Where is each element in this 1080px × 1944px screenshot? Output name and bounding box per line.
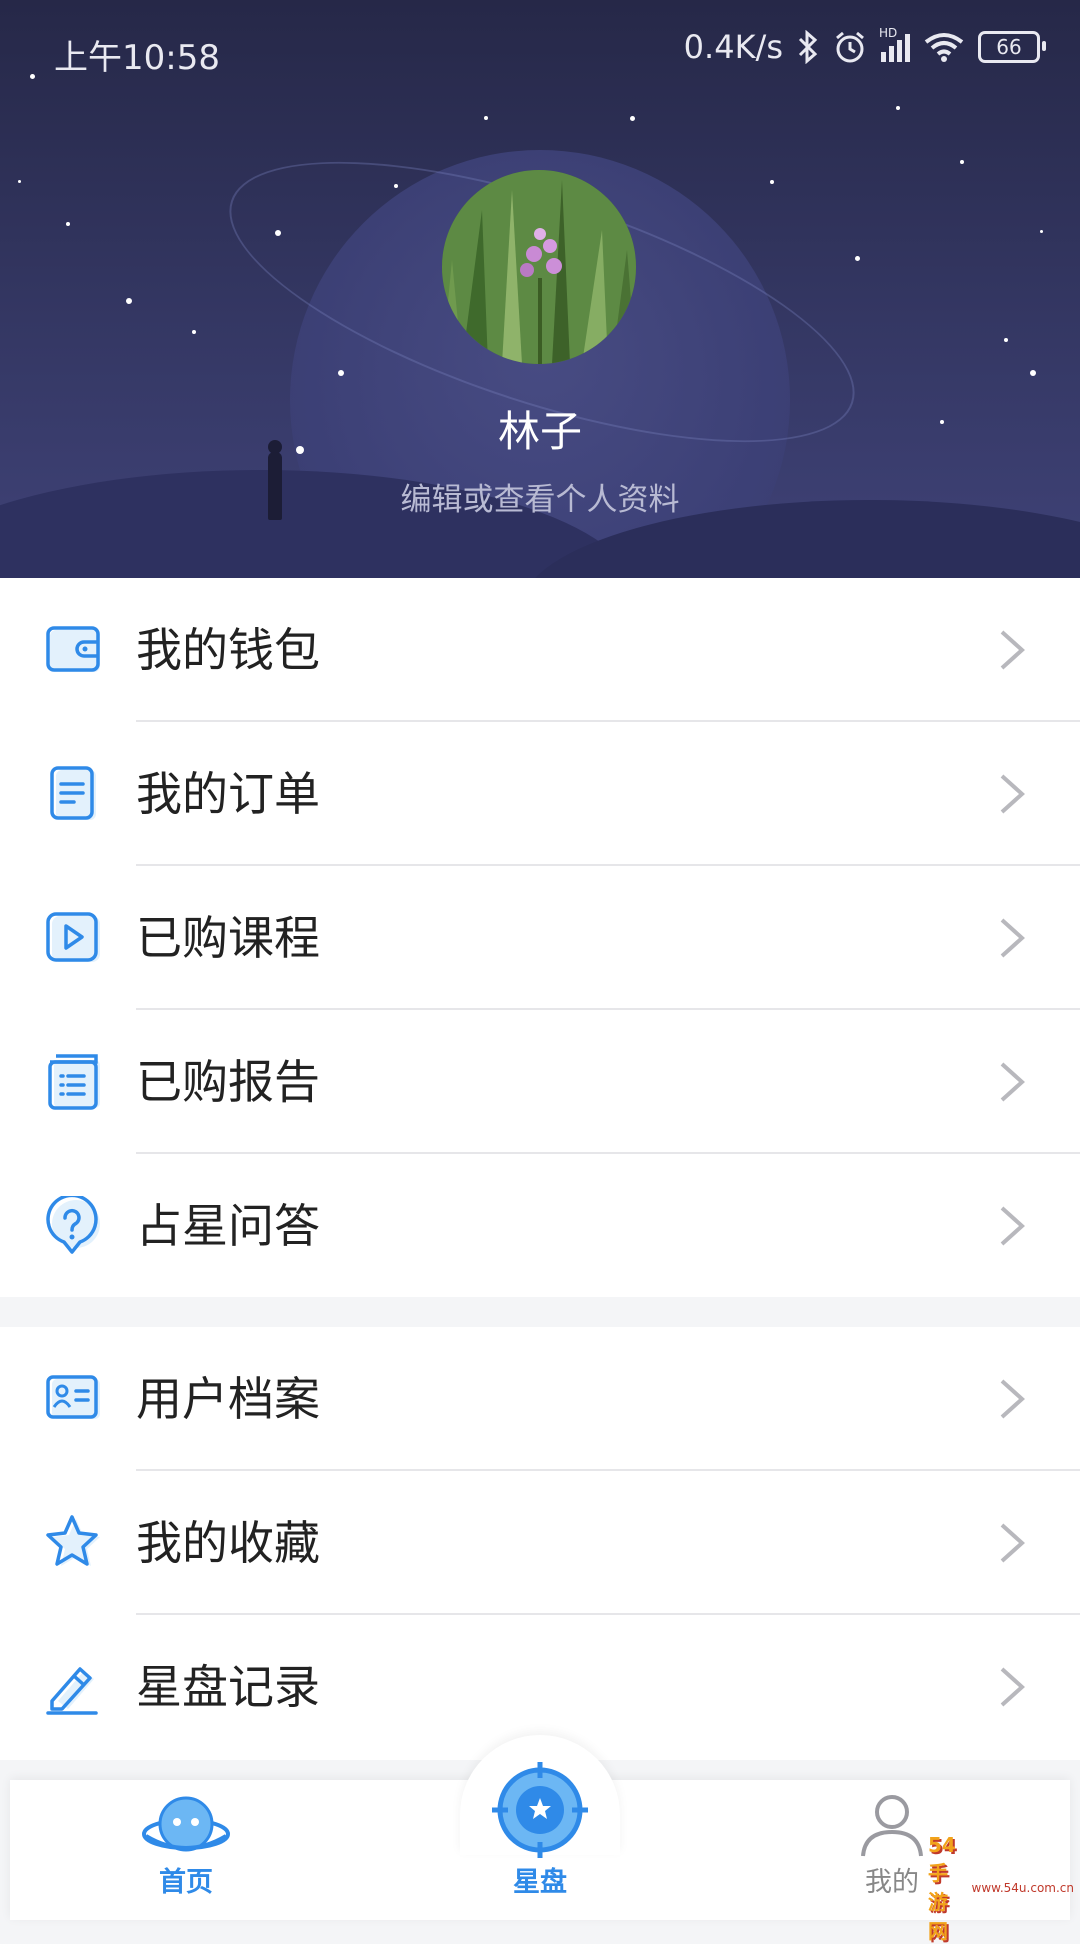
- chevron-right-icon: [1000, 1523, 1025, 1563]
- star-dot: [1040, 230, 1043, 233]
- avatar-photo: [442, 170, 636, 364]
- menu-item-astro-qa[interactable]: 占星问答: [0, 1154, 1080, 1298]
- chevron-right-icon: [1000, 1062, 1025, 1102]
- menu-item-label: 已购报告: [136, 1055, 320, 1109]
- menu-item-label: 我的订单: [136, 767, 320, 821]
- menu-item-label: 用户档案: [136, 1372, 320, 1426]
- star-dot: [960, 160, 964, 164]
- watermark-text: 54 手游网: [928, 1832, 956, 1943]
- star-dot: [630, 116, 635, 121]
- profile-name[interactable]: 林子: [0, 398, 1080, 459]
- menu-item-label: 已购课程: [136, 911, 320, 965]
- menu-item-orders[interactable]: 我的订单: [0, 722, 1080, 866]
- planet-face-icon: [142, 1796, 230, 1852]
- wallet-icon: [46, 626, 100, 672]
- chevron-right-icon: [1000, 1206, 1025, 1246]
- star-dot: [855, 256, 860, 261]
- star-dot: [484, 116, 488, 120]
- menu-item-label: 星盘记录: [136, 1660, 320, 1714]
- menu-group-primary: 我的钱包 我的订单 已购课程 已购报告 占星问答: [0, 578, 1080, 1297]
- tab-label: 星盘: [513, 1867, 567, 1898]
- star-dot: [896, 106, 900, 110]
- star-dot: [338, 370, 344, 376]
- tab-home[interactable]: 首页: [136, 1790, 236, 1899]
- menu-item-wallet[interactable]: 我的钱包: [0, 578, 1080, 722]
- pencil-icon: [46, 1667, 98, 1715]
- edit-profile-link[interactable]: 编辑或查看个人资料: [0, 474, 1080, 519]
- avatar[interactable]: [442, 170, 636, 364]
- star-dot: [770, 180, 774, 184]
- menu-item-label: 我的收藏: [136, 1516, 320, 1570]
- tab-astro-chart[interactable]: 星盘: [490, 1760, 590, 1899]
- menu-item-label: 占星问答: [136, 1199, 320, 1253]
- profile-header: 上午10:58 0.4K/s HD 66 林子 编辑或查看个人资料: [0, 0, 1080, 578]
- alarm-icon: [836, 31, 864, 63]
- status-indicators: 0.4K/s HD 66: [683, 26, 1046, 66]
- chevron-right-icon: [1000, 774, 1025, 814]
- report-icon: [48, 1054, 100, 1110]
- chevron-right-icon: [1000, 630, 1025, 670]
- network-type: HD: [879, 26, 898, 40]
- watermark-block: www.54u.com.cn: [972, 1882, 1075, 1894]
- star-dot: [126, 298, 132, 304]
- battery-level: 66: [996, 35, 1022, 59]
- star-dot: [394, 184, 398, 188]
- star-dot: [18, 180, 21, 183]
- bluetooth-icon: [798, 30, 818, 64]
- tab-mine[interactable]: 我的: [842, 1790, 942, 1899]
- status-bar: 上午10:58 0.4K/s HD 66: [0, 0, 1080, 100]
- menu-item-user-profiles[interactable]: 用户档案: [0, 1327, 1080, 1471]
- star-dot: [1030, 370, 1036, 376]
- star-dot: [192, 330, 196, 334]
- star-dot: [1004, 338, 1008, 342]
- battery-icon: 66: [978, 31, 1046, 63]
- astro-chart-icon: [492, 1762, 588, 1858]
- order-icon: [50, 766, 96, 820]
- menu-item-reports[interactable]: 已购报告: [0, 1010, 1080, 1154]
- question-bubble-icon: [46, 1196, 100, 1254]
- net-speed: 0.4K/s: [683, 28, 783, 66]
- chevron-right-icon: [1000, 918, 1025, 958]
- tab-label: 我的: [865, 1867, 919, 1898]
- profile-card-icon: [46, 1375, 100, 1419]
- watermark-url: www.54u.com.cn: [971, 1881, 1075, 1895]
- menu-group-secondary: 用户档案 我的收藏 星盘记录: [0, 1327, 1080, 1760]
- star-dot: [66, 222, 70, 226]
- video-course-icon: [46, 912, 100, 962]
- menu-item-courses[interactable]: 已购课程: [0, 866, 1080, 1010]
- wifi-icon: [924, 33, 964, 62]
- chevron-right-icon: [1000, 1379, 1025, 1419]
- star-icon: [46, 1515, 100, 1566]
- menu-item-favorites[interactable]: 我的收藏: [0, 1471, 1080, 1615]
- status-time: 上午10:58: [54, 38, 220, 78]
- signal-icon: HD: [879, 26, 910, 62]
- menu-item-label: 我的钱包: [136, 623, 320, 677]
- star-dot: [275, 230, 281, 236]
- watermark-logo: 54 手游网 www.54u.com.cn: [928, 1833, 1075, 1943]
- chevron-right-icon: [1000, 1667, 1025, 1707]
- user-icon: [861, 1795, 923, 1857]
- tab-label: 首页: [159, 1867, 213, 1898]
